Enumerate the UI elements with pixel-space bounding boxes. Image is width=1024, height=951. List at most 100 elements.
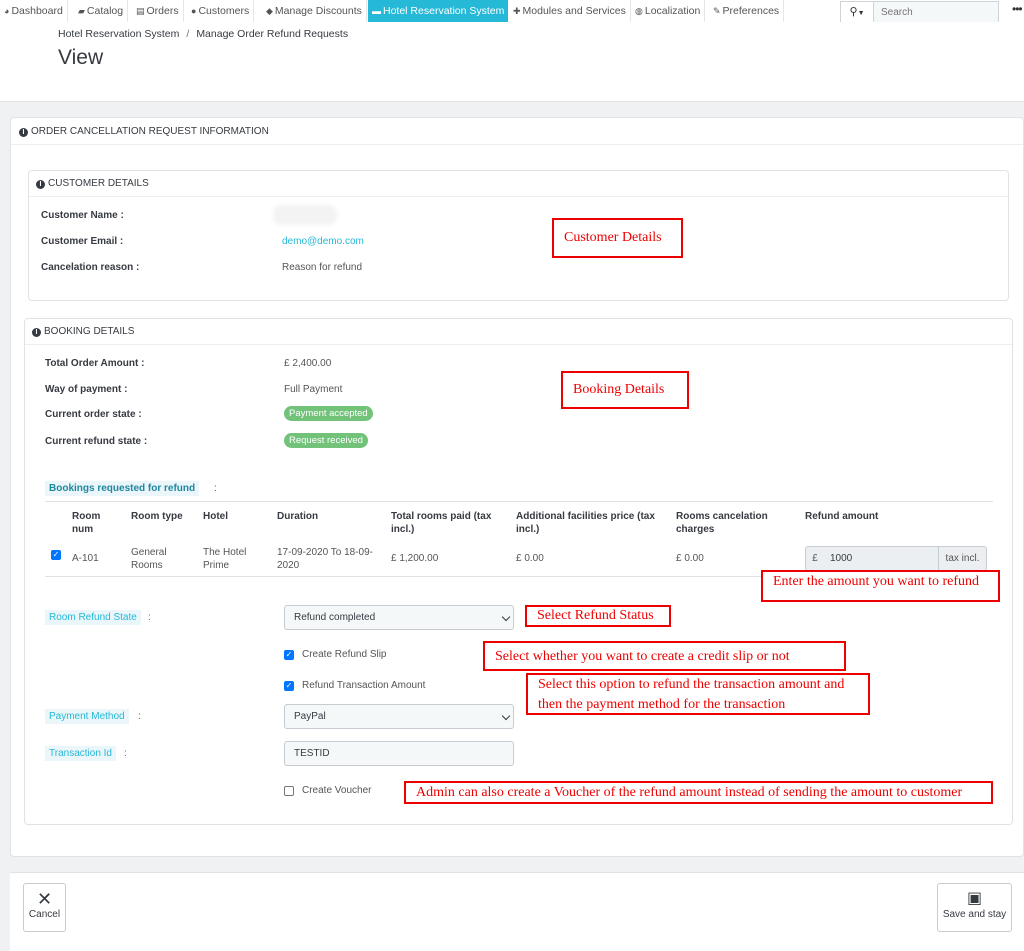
nav-localization[interactable]: ◍ Localization bbox=[631, 0, 706, 22]
chevron-down-icon: ▼ bbox=[857, 10, 865, 17]
transaction-id-field-colon: : bbox=[124, 748, 127, 759]
catalog-icon: ▰ bbox=[78, 6, 85, 16]
annotation-booking-details: Booking Details bbox=[561, 371, 689, 409]
breadcrumb-item-hotel[interactable]: Hotel Reservation System bbox=[58, 28, 179, 40]
nav-hotel-reservation[interactable]: ▬ Hotel Reservation System bbox=[368, 0, 508, 22]
save-and-stay-button[interactable]: ▣ Save and stay bbox=[937, 883, 1012, 932]
globe-icon: ◍ bbox=[635, 6, 643, 16]
customer-details-title-text: CUSTOMER DETAILS bbox=[48, 178, 149, 189]
annotation-refund-amount: Enter the amount you want to refund bbox=[761, 570, 1000, 602]
form-footer: ✕ Cancel ▣ Save and stay bbox=[10, 872, 1024, 951]
search-icon: ⚲ bbox=[849, 6, 858, 18]
nav-catalog[interactable]: ▰ Catalog bbox=[74, 0, 129, 22]
info-icon: i bbox=[19, 128, 28, 137]
nav-preferences[interactable]: ✎ Preferences bbox=[709, 0, 785, 22]
facilities-cell: £ 0.00 bbox=[516, 553, 544, 564]
create-refund-slip-checkbox[interactable]: ✓ bbox=[284, 650, 294, 660]
booking-details-title-text: BOOKING DETAILS bbox=[44, 326, 135, 337]
panel-title: i ORDER CANCELLATION REQUEST INFORMATION bbox=[19, 126, 269, 137]
annotation-credit-slip: Select whether you want to create a cred… bbox=[483, 641, 846, 671]
wrench-icon: ✎ bbox=[713, 6, 721, 16]
table-top-border bbox=[45, 501, 993, 502]
customer-name-redacted bbox=[276, 208, 334, 222]
bed-icon: ▬ bbox=[372, 6, 381, 16]
customer-email-link[interactable]: demo@demo.com bbox=[282, 236, 364, 247]
breadcrumb-separator: / bbox=[186, 28, 190, 40]
breadcrumb: Hotel Reservation System / Manage Order Re… bbox=[58, 28, 348, 40]
save-icon: ▣ bbox=[966, 890, 983, 907]
annotation-customer-details: Customer Details bbox=[552, 218, 683, 258]
customer-email-label: Customer Email : bbox=[41, 236, 124, 247]
search-button[interactable]: ⚲▼ bbox=[840, 1, 874, 23]
create-refund-slip-label: Create Refund Slip bbox=[302, 649, 387, 660]
cancel-button-label: Cancel bbox=[28, 909, 61, 920]
total-paid-cell: £ 1,200.00 bbox=[391, 553, 439, 564]
page-header: Hotel Reservation System / Manage Order Re… bbox=[0, 22, 1024, 102]
refund-state-select[interactable]: Refund completed bbox=[284, 605, 514, 630]
refund-transaction-checkbox[interactable]: ✓ bbox=[284, 681, 294, 691]
nav-orders[interactable]: ▤ Orders bbox=[132, 0, 184, 22]
nav-modules[interactable]: ✚ Modules and Services bbox=[509, 0, 631, 22]
nav-customers-label: Customers bbox=[198, 5, 250, 17]
create-voucher-checkbox[interactable] bbox=[284, 786, 294, 796]
info-icon: i bbox=[32, 328, 41, 337]
hotel-cell: The Hotel Prime bbox=[203, 547, 247, 571]
divider bbox=[11, 144, 1023, 145]
order-state-label: Current order state : bbox=[45, 409, 142, 420]
nav-discounts-label: Manage Discounts bbox=[274, 5, 362, 17]
refund-state-label: Current refund state : bbox=[45, 436, 148, 447]
discounts-icon: ◆ bbox=[266, 6, 273, 16]
nav-catalog-label: Catalog bbox=[86, 5, 124, 17]
nav-modules-label: Modules and Services bbox=[522, 5, 626, 17]
cancel-reason-value: Reason for refund bbox=[282, 262, 363, 273]
booking-details-title: i BOOKING DETAILS bbox=[32, 326, 134, 337]
bookings-for-refund-colon: : bbox=[214, 483, 217, 494]
top-navigation: ◕ Dashboard ▰ Catalog ▤ Orders ● Customers ◆… bbox=[0, 0, 1024, 23]
col-facilities: Additional facilities price (tax incl.) bbox=[516, 511, 655, 535]
col-room-num: Room num bbox=[72, 511, 101, 535]
order-cancellation-panel: i ORDER CANCELLATION REQUEST INFORMATION … bbox=[10, 117, 1024, 857]
payment-way-value: Full Payment bbox=[284, 384, 343, 395]
puzzle-icon: ✚ bbox=[513, 6, 521, 16]
more-icon[interactable]: ••• bbox=[1012, 2, 1023, 16]
cancel-button[interactable]: ✕ Cancel bbox=[23, 883, 66, 932]
cancel-charges-cell: £ 0.00 bbox=[676, 553, 704, 564]
annotation-refund-status: Select Refund Status bbox=[525, 605, 671, 627]
transaction-id-field-label: Transaction Id bbox=[45, 746, 116, 761]
nav-preferences-label: Preferences bbox=[722, 5, 780, 17]
nav-localization-label: Localization bbox=[644, 5, 701, 17]
bookings-for-refund-label: Bookings requested for refund bbox=[45, 481, 200, 496]
currency-addon: £ bbox=[805, 546, 825, 571]
customer-details-panel: i CUSTOMER DETAILS Customer Name : Custom… bbox=[28, 170, 1009, 301]
close-icon: ✕ bbox=[36, 889, 53, 909]
refund-state-badge: Request received bbox=[284, 433, 368, 448]
col-cancel-charges: Rooms cancelation charges bbox=[676, 511, 768, 535]
col-hotel: Hotel bbox=[203, 511, 228, 522]
customer-name-label: Customer Name : bbox=[41, 210, 124, 221]
nav-discounts[interactable]: ◆ Manage Discounts bbox=[262, 0, 367, 22]
transaction-id-input[interactable]: TESTID bbox=[284, 741, 514, 766]
payment-method-select[interactable]: PayPal bbox=[284, 704, 514, 729]
divider bbox=[29, 196, 1008, 197]
nav-dashboard[interactable]: ◕ Dashboard bbox=[0, 0, 68, 22]
order-state-badge: Payment accepted bbox=[284, 406, 373, 421]
refund-transaction-label: Refund Transaction Amount bbox=[302, 680, 426, 691]
nav-customers[interactable]: ● Customers bbox=[187, 0, 255, 22]
refund-amount-input[interactable]: 1000 bbox=[824, 546, 939, 571]
total-order-value: £ 2,400.00 bbox=[284, 358, 332, 369]
duration-cell: 17-09-2020 To 18-09-2020 bbox=[277, 547, 373, 571]
row-select-checkbox[interactable]: ✓ bbox=[51, 550, 61, 560]
col-total-paid: Total rooms paid (tax incl.) bbox=[391, 511, 492, 535]
search-input[interactable] bbox=[873, 1, 999, 23]
page-title: View bbox=[58, 46, 104, 69]
annotation-transaction: Select this option to refund the transac… bbox=[526, 673, 870, 715]
create-voucher-label: Create Voucher bbox=[302, 785, 372, 796]
dashboard-icon: ◕ bbox=[4, 6, 10, 16]
payment-way-label: Way of payment : bbox=[45, 384, 128, 395]
refund-state-select-value: Refund completed bbox=[294, 612, 376, 623]
breadcrumb-item-refunds[interactable]: Manage Order Refund Requests bbox=[196, 28, 348, 40]
refund-state-field-label: Room Refund State bbox=[45, 610, 141, 625]
customer-details-title: i CUSTOMER DETAILS bbox=[36, 178, 149, 189]
orders-icon: ▤ bbox=[136, 6, 145, 16]
payment-method-field-label: Payment Method bbox=[45, 709, 129, 724]
